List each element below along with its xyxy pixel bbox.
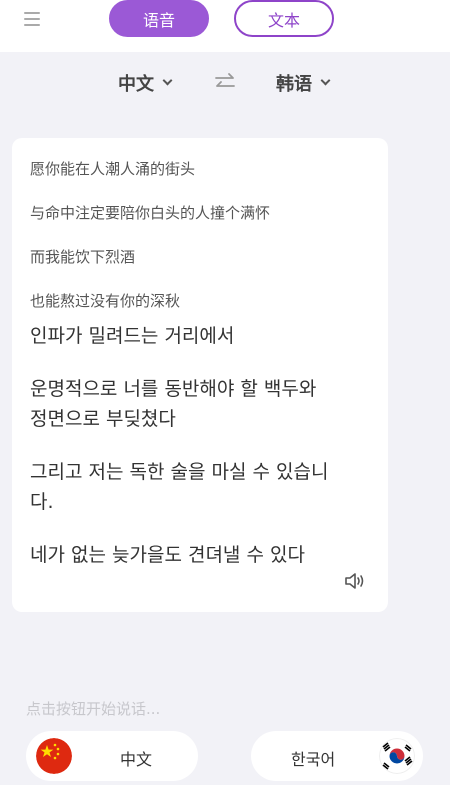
source-text-line: 而我能饮下烈酒 [30,248,136,266]
tab-voice[interactable]: 语音 [109,0,209,37]
target-language-select[interactable]: 韩语 [276,70,331,96]
source-language-select[interactable]: 中文 [118,70,173,96]
translated-text-line: 그리고 저는 독한 술을 마실 수 있습니 [30,461,329,483]
source-text-line: 也能熬过没有你的深秋 [30,292,181,310]
target-language-label: 韩语 [276,74,312,95]
chevron-down-icon [162,75,173,86]
korea-flag-icon [379,738,415,774]
language-bar: 中文 韩语 [0,62,450,102]
translated-text-line: 다. [30,491,54,513]
speak-chinese-label: 中文 [120,750,153,769]
translation-card: 愿你能在人潮人涌的街头 与命中注定要陪你白头的人撞个满怀 而我能饮下烈酒 也能熬… [12,138,388,612]
speak-korean-label: 한국어 [291,750,336,769]
speaker-icon[interactable] [344,572,366,590]
china-flag-icon [36,738,72,774]
speak-hint: 点击按钮开始说话... [26,700,161,718]
source-text-line: 与命中注定要陪你白头的人撞个满怀 [30,204,271,222]
menu-icon[interactable] [24,10,42,28]
swap-arrows-icon[interactable] [214,72,236,92]
top-bar: 语音 文本 [0,0,450,52]
translated-text-line: 인파가 밀려드는 거리에서 [30,325,235,347]
translated-text-line: 운명적으로 너를 동반해야 할 백두와 [30,378,317,400]
source-text-line: 愿你能在人潮人涌的街头 [30,160,196,178]
translated-text-line: 네가 없는 늦가을도 견뎌낼 수 있다 [30,544,305,566]
source-language-label: 中文 [118,74,154,95]
translated-text-line: 정면으로 부딪쳤다 [30,408,176,430]
tab-text[interactable]: 文本 [234,0,334,37]
chevron-down-icon [320,75,331,86]
speak-korean-button[interactable]: 한국어 [251,731,423,781]
speak-chinese-button[interactable]: 中文 [26,731,198,781]
